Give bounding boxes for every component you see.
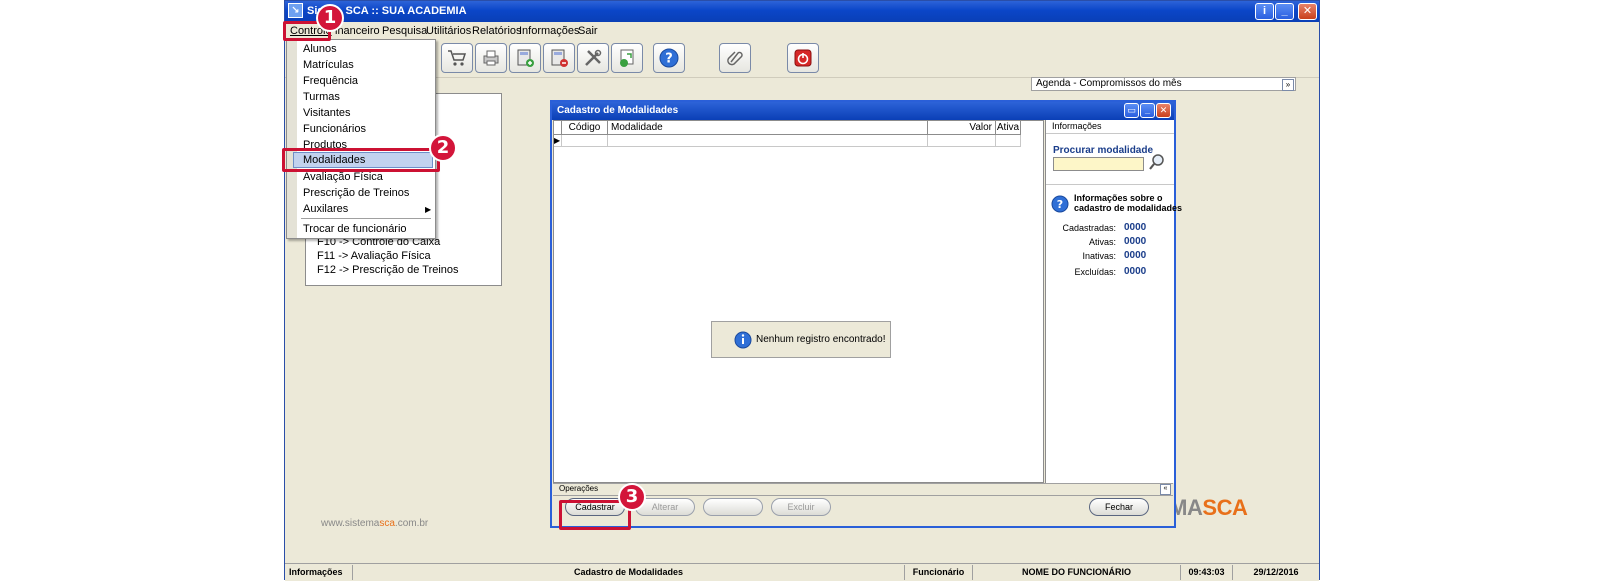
menu-utilitarios[interactable]: Utilitários [426, 25, 471, 37]
dialog-title-bar[interactable]: Cadastro de Modalidades ▭ _ ✕ [552, 102, 1174, 120]
agenda-label: Agenda - Compromissos do mês [1036, 78, 1182, 89]
column-header-codigo[interactable]: Código [562, 121, 608, 135]
title-bar[interactable]: ↘ Sist SCA :: SUA ACADEMIA i _ ✕ [285, 1, 1319, 22]
menu-item-prescricao-treinos[interactable]: Prescrição de Treinos [303, 187, 409, 199]
status-date: 29/12/2016 [1253, 567, 1299, 577]
menu-item-avaliacao-fisica[interactable]: Avaliação Física [303, 171, 383, 183]
grid-cell[interactable] [608, 135, 928, 147]
status-time: 09:43:03 [1181, 565, 1233, 580]
annotation-badge: 2 [429, 134, 457, 162]
menu-item-alunos[interactable]: Alunos [303, 43, 337, 55]
fechar-button[interactable]: Fechar [1089, 498, 1149, 516]
help-icon[interactable]: ? [653, 43, 685, 73]
svg-text:?: ? [1057, 198, 1063, 211]
column-header-ativa[interactable]: Ativa [996, 121, 1021, 135]
menu-informacoes[interactable]: Informações [519, 25, 580, 37]
menu-sair[interactable]: Sair [578, 25, 598, 37]
grid-cell[interactable] [996, 135, 1021, 147]
status-employee-name: NOME DO FUNCIONÁRIO [973, 565, 1181, 580]
column-header-modalidade[interactable]: Modalidade [608, 121, 928, 135]
status-bar: Informações Cadastro de Modalidades Func… [285, 563, 1319, 581]
app-icon[interactable]: ↘ [288, 3, 303, 18]
tools-icon[interactable] [577, 43, 609, 73]
info-divider [1046, 184, 1174, 185]
calculator-remove-icon[interactable] [543, 43, 575, 73]
shortcut-line: F12 -> Prescrição de Treinos [317, 264, 459, 276]
annotation-badge: 1 [316, 4, 344, 32]
info-icon [734, 331, 752, 349]
grid-indicator-header [554, 121, 562, 135]
modalidades-grid[interactable]: Código Modalidade Valor Ativa ▶ Nenhum r… [553, 120, 1044, 483]
menu-separator [301, 218, 431, 219]
cadastro-modalidades-dialog: Cadastro de Modalidades ▭ _ ✕ Código Mod… [550, 100, 1182, 528]
menu-pesquisa[interactable]: Pesquisa [382, 25, 427, 37]
stat-label-inativas: Inativas: [1082, 251, 1116, 261]
row-indicator-icon: ▶ [554, 135, 562, 147]
search-input[interactable] [1053, 157, 1144, 171]
stat-label-excluidas: Excluídas: [1074, 267, 1116, 277]
search-icon[interactable] [1148, 153, 1166, 171]
menu-gutter [287, 40, 297, 238]
menu-bar: Controle inanceiro Pesquisa Utilitários … [285, 22, 1319, 41]
chevron-up-icon[interactable]: « [1160, 484, 1171, 495]
agenda-panel-header[interactable]: Agenda - Compromissos do mês » [1031, 77, 1296, 91]
svg-text:?: ? [665, 52, 673, 67]
empty-message-text: Nenhum registro encontrado! [756, 334, 886, 345]
menu-item-trocar-funcionario[interactable]: Trocar de funcionário [303, 223, 407, 235]
shortcut-line: F11 -> Avaliação Física [317, 250, 431, 262]
website-link[interactable]: www.sistemasca.com.br [321, 518, 428, 529]
cart-icon[interactable] [441, 43, 473, 73]
menu-item-matriculas[interactable]: Matrículas [303, 59, 354, 71]
menu-relatorios[interactable]: Relatórios [472, 25, 522, 37]
column-header-valor[interactable]: Valor [928, 121, 996, 135]
info-title: Informações sobre o cadastro de modalidad… [1074, 193, 1183, 213]
status-employee-label: Funcionário [905, 565, 973, 580]
search-label: Procurar modalidade [1053, 145, 1154, 156]
dialog-minimize-button[interactable]: _ [1140, 103, 1155, 118]
toolbar: ? [285, 41, 1319, 78]
dialog-title: Cadastro de Modalidades [557, 105, 679, 116]
stat-value-excluidas: 0000 [1124, 266, 1147, 277]
menu-item-turmas[interactable]: Turmas [303, 91, 340, 103]
attach-icon[interactable] [719, 43, 751, 73]
export-icon[interactable] [611, 43, 643, 73]
menu-item-auxilares[interactable]: Auxilares [303, 203, 348, 215]
minimize-button[interactable]: _ [1275, 3, 1294, 20]
menu-item-funcionarios[interactable]: Funcionários [303, 123, 366, 135]
status-current-screen: Cadastro de Modalidades [353, 565, 905, 580]
chevron-down-icon[interactable]: » [1282, 79, 1294, 91]
operations-label: Operações [559, 484, 599, 493]
annotation-box-modalidades [282, 148, 440, 172]
stat-value-inativas: 0000 [1124, 250, 1147, 261]
menu-item-visitantes[interactable]: Visitantes [303, 107, 351, 119]
power-icon[interactable] [787, 43, 819, 73]
menu-financeiro[interactable]: inanceiro [335, 25, 380, 37]
dialog-restore-button[interactable]: ▭ [1124, 103, 1139, 118]
blank-button[interactable] [703, 498, 763, 516]
grid-cell[interactable] [928, 135, 996, 147]
annotation-badge: 3 [618, 483, 646, 511]
menu-item-frequencia[interactable]: Frequência [303, 75, 358, 87]
printer-icon[interactable] [475, 43, 507, 73]
info-panel: Informações Procurar modalidade ? Inform… [1045, 120, 1182, 483]
empty-message-box: Nenhum registro encontrado! [711, 321, 891, 358]
operations-bar: Operações « [553, 483, 1173, 496]
submenu-arrow-icon: ▶ [425, 205, 432, 214]
info-panel-header: Informações [1046, 120, 1174, 134]
stat-value-cadastradas: 0000 [1124, 222, 1147, 233]
excluir-button[interactable]: Excluir [771, 498, 831, 516]
calculator-add-icon[interactable] [509, 43, 541, 73]
dialog-close-button[interactable]: ✕ [1156, 103, 1171, 118]
grid-cell[interactable] [562, 135, 608, 147]
controle-dropdown-menu: Alunos Matrículas Frequência Turmas Visi… [286, 39, 436, 239]
help-window-button[interactable]: i [1255, 3, 1274, 20]
stat-value-ativas: 0000 [1124, 236, 1147, 247]
help-circle-icon: ? [1051, 195, 1069, 213]
status-info-label: Informações [285, 565, 353, 580]
close-window-button[interactable]: ✕ [1298, 3, 1317, 20]
stat-label-cadastradas: Cadastradas: [1062, 223, 1116, 233]
stat-label-ativas: Ativas: [1088, 237, 1116, 247]
